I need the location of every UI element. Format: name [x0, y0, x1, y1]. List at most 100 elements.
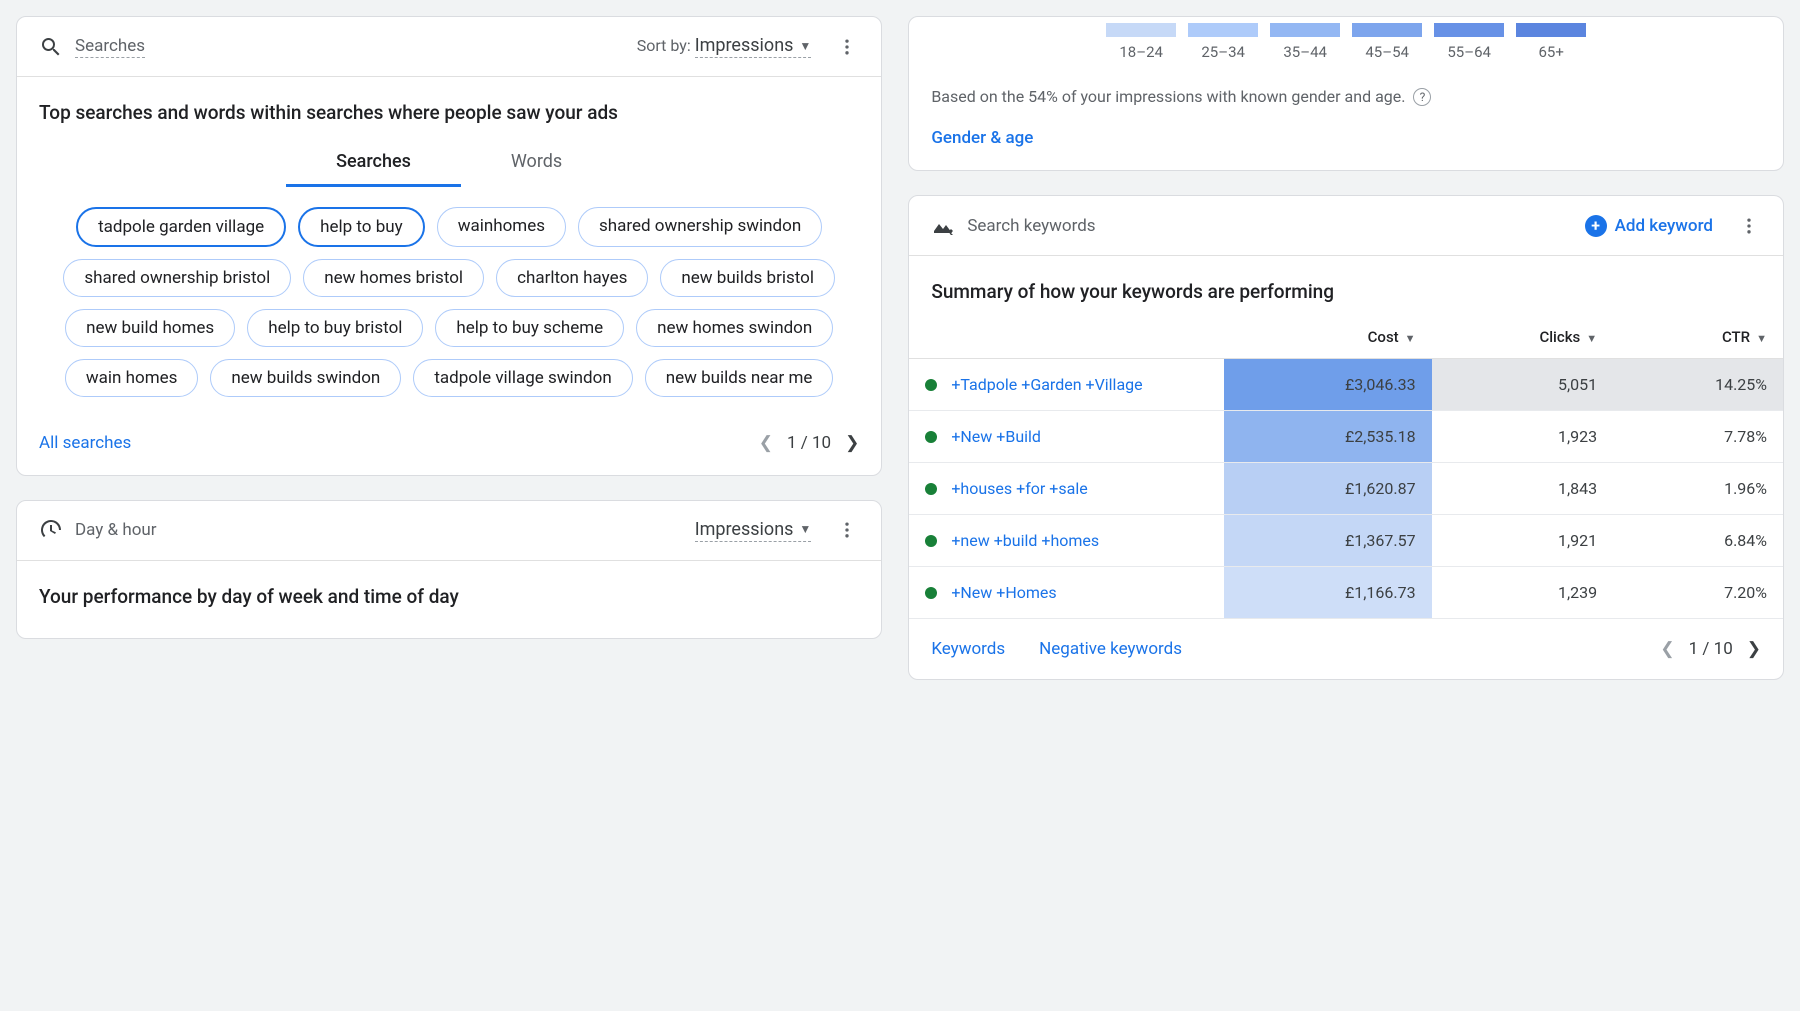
all-searches-link[interactable]: All searches — [39, 433, 131, 453]
age-swatch — [1106, 23, 1176, 37]
age-swatch — [1352, 23, 1422, 37]
age-label: 35–44 — [1283, 43, 1327, 61]
keyword-name[interactable]: +houses +for +sale — [951, 479, 1087, 498]
keyword-name[interactable]: +new +build +homes — [951, 531, 1099, 550]
keywords-pager: ❮ 1 / 10 ❯ — [1660, 639, 1761, 659]
age-bucket: 25–34 — [1185, 23, 1261, 61]
column-header-ctr[interactable]: CTR▼ — [1613, 316, 1783, 359]
search-chip[interactable]: shared ownership swindon — [578, 207, 822, 247]
age-label: 45–54 — [1365, 43, 1409, 61]
age-label: 65+ — [1538, 43, 1563, 61]
status-dot — [925, 431, 937, 443]
gender-age-link[interactable]: Gender & age — [931, 128, 1033, 148]
next-page-button[interactable]: ❯ — [845, 433, 859, 453]
footer-link-keywords[interactable]: Keywords — [931, 639, 1005, 659]
keyword-name[interactable]: +New +Build — [951, 427, 1041, 446]
day-hour-card: Day & hour Impressions ▼ Your performanc… — [16, 500, 882, 640]
clock-icon — [39, 518, 63, 542]
day-hour-header: Day & hour Impressions ▼ — [17, 501, 881, 561]
age-bucket: 35–44 — [1267, 23, 1343, 61]
sort-label: Sort by: — [637, 36, 691, 55]
prev-page-button[interactable]: ❮ — [759, 433, 773, 453]
keyword-footer-links: Keywords Negative keywords — [931, 639, 1182, 659]
column-header-cost[interactable]: Cost▼ — [1224, 316, 1432, 359]
search-chip[interactable]: shared ownership bristol — [63, 259, 291, 297]
age-swatch — [1434, 23, 1504, 37]
table-row: +New +Build£2,535.181,9237.78% — [909, 410, 1783, 462]
cost-cell: £1,166.73 — [1224, 566, 1432, 618]
search-chip[interactable]: tadpole garden village — [76, 207, 286, 247]
tab-searches[interactable]: Searches — [286, 137, 461, 187]
more-menu-button[interactable] — [835, 35, 859, 59]
keywords-card: Search keywords + Add keyword Summary of… — [908, 195, 1784, 680]
searches-description: Top searches and words within searches w… — [39, 99, 859, 127]
clicks-cell: 1,921 — [1432, 514, 1614, 566]
footer-link-negative-keywords[interactable]: Negative keywords — [1039, 639, 1182, 659]
keyword-cell: +new +build +homes — [909, 514, 1224, 566]
keywords-description: Summary of how your keywords are perform… — [931, 278, 1761, 306]
search-chip[interactable]: new builds near me — [645, 359, 834, 397]
table-row: +Tadpole +Garden +Village£3,046.335,0511… — [909, 358, 1783, 410]
more-menu-button[interactable] — [835, 518, 859, 542]
ctr-cell: 14.25% — [1613, 358, 1783, 410]
clicks-cell: 1,239 — [1432, 566, 1614, 618]
age-bucket: 18–24 — [1103, 23, 1179, 61]
searches-header: Searches Sort by: Impressions ▼ — [17, 17, 881, 77]
keyword-cell: +New +Homes — [909, 566, 1224, 618]
page-indicator: 1 / 10 — [787, 433, 831, 453]
info-icon[interactable]: ? — [1413, 88, 1431, 106]
search-chip[interactable]: help to buy scheme — [435, 309, 624, 347]
search-icon — [39, 35, 63, 59]
keyword-cell: +New +Build — [909, 410, 1224, 462]
age-legend: 18–24 25–34 35–44 45–54 55–64 65+ — [909, 23, 1783, 61]
insights-icon — [931, 214, 955, 238]
status-dot — [925, 379, 937, 391]
cost-cell: £1,620.87 — [1224, 462, 1432, 514]
impressions-note: Based on the 54% of your impressions wit… — [909, 65, 1783, 106]
searches-pager: ❮ 1 / 10 ❯ — [759, 433, 860, 453]
age-bucket: 65+ — [1513, 23, 1589, 61]
tab-words[interactable]: Words — [461, 137, 612, 187]
cost-cell: £1,367.57 — [1224, 514, 1432, 566]
page-indicator: 1 / 10 — [1689, 639, 1733, 659]
sort-by[interactable]: Sort by: Impressions ▼ — [637, 35, 812, 58]
search-chip[interactable]: tadpole village swindon — [413, 359, 632, 397]
age-swatch — [1188, 23, 1258, 37]
prev-page-button[interactable]: ❮ — [1660, 639, 1674, 659]
metric-selector[interactable]: Impressions ▼ — [695, 519, 812, 542]
keyword-cell: +Tadpole +Garden +Village — [909, 358, 1224, 410]
caret-down-icon: ▼ — [799, 39, 811, 53]
table-row: +New +Homes£1,166.731,2397.20% — [909, 566, 1783, 618]
search-chip[interactable]: new build homes — [65, 309, 235, 347]
searches-tabs: SearchesWords — [39, 137, 859, 187]
search-chip[interactable]: new builds bristol — [660, 259, 835, 297]
search-chip[interactable]: wainhomes — [437, 207, 566, 247]
cost-cell: £2,535.18 — [1224, 410, 1432, 462]
keywords-table: Cost▼Clicks▼CTR▼ +Tadpole +Garden +Villa… — [909, 316, 1783, 619]
add-keyword-button[interactable]: + Add keyword — [1585, 215, 1713, 237]
status-dot — [925, 483, 937, 495]
search-chip[interactable]: new builds swindon — [210, 359, 401, 397]
day-hour-title: Day & hour — [75, 520, 157, 540]
search-chip[interactable]: help to buy — [298, 207, 425, 247]
keyword-name[interactable]: +New +Homes — [951, 583, 1056, 602]
search-chip[interactable]: charlton hayes — [496, 259, 648, 297]
keywords-header: Search keywords + Add keyword — [909, 196, 1783, 256]
cost-cell: £3,046.33 — [1224, 358, 1432, 410]
column-header-clicks[interactable]: Clicks▼ — [1432, 316, 1614, 359]
age-bucket: 55–64 — [1431, 23, 1507, 61]
table-row: +houses +for +sale£1,620.871,8431.96% — [909, 462, 1783, 514]
caret-down-icon: ▼ — [799, 522, 811, 536]
age-label: 18–24 — [1119, 43, 1163, 61]
clicks-cell: 1,843 — [1432, 462, 1614, 514]
search-chip[interactable]: wain homes — [65, 359, 199, 397]
next-page-button[interactable]: ❯ — [1747, 639, 1761, 659]
search-chip[interactable]: new homes bristol — [303, 259, 484, 297]
searches-title[interactable]: Searches — [75, 36, 145, 58]
table-row: +new +build +homes£1,367.571,9216.84% — [909, 514, 1783, 566]
search-chips: tadpole garden village help to buy wainhom… — [39, 207, 859, 397]
search-chip[interactable]: new homes swindon — [636, 309, 833, 347]
keyword-name[interactable]: +Tadpole +Garden +Village — [951, 375, 1142, 394]
more-menu-button[interactable] — [1737, 214, 1761, 238]
search-chip[interactable]: help to buy bristol — [247, 309, 423, 347]
